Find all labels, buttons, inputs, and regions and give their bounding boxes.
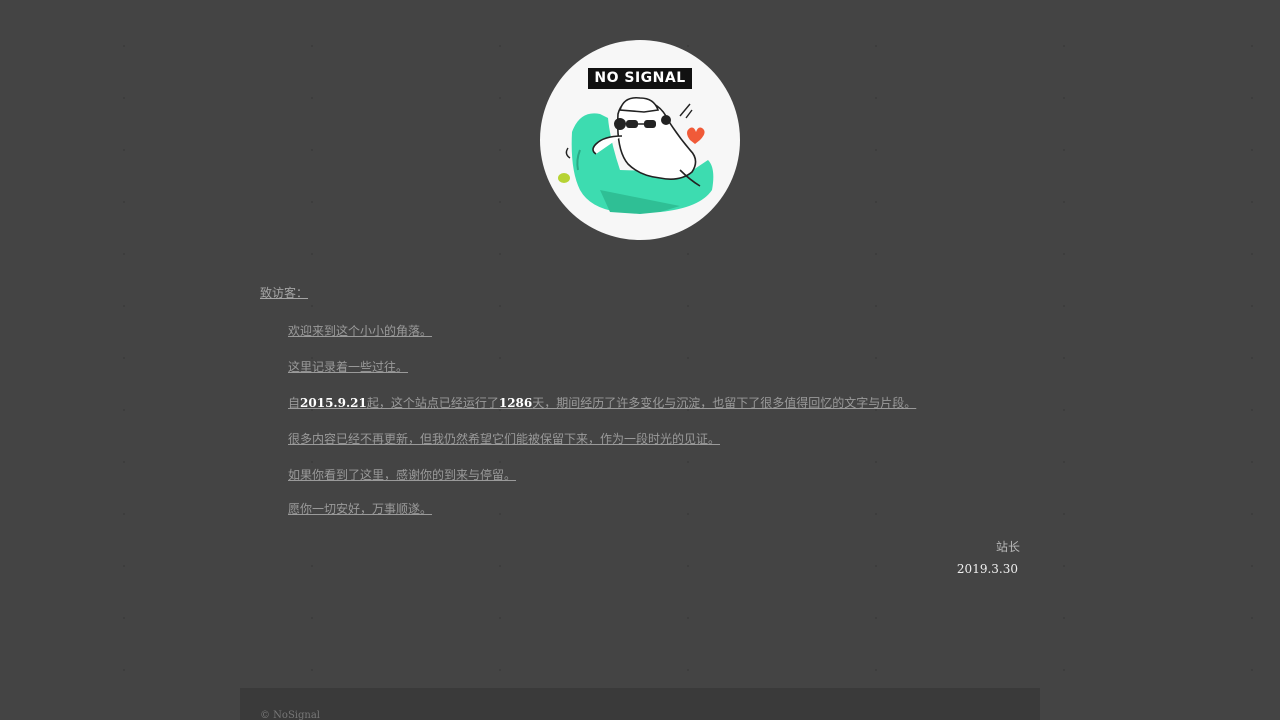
- start-date: 2015.9.21: [300, 396, 367, 410]
- letter-paragraph-1: 欢迎来到这个小小的角落。: [288, 324, 433, 338]
- days-count: 1286: [498, 396, 533, 410]
- leaf-icon: [558, 173, 570, 183]
- paragraph-3-prefix: 自: [288, 396, 301, 410]
- letter-paragraph-5: 如果你看到了这里，感谢你的到来与停留。: [288, 468, 517, 482]
- heart-icon: [687, 127, 705, 144]
- letter-heading: 致访客：: [260, 286, 309, 300]
- signature: 站长: [995, 540, 1020, 554]
- letter-paragraph-6: 愿你一切安好，万事顺遂。: [288, 502, 433, 516]
- letter-date: 2019.3.30: [956, 562, 1018, 576]
- panda-cap: [618, 96, 660, 113]
- paragraph-3-suffix: 天，期间经历了许多变化与沉淀，也留下了很多值得回忆的文字与片段。: [532, 396, 917, 410]
- paragraph-3-mid: 起，这个站点已经运行了: [366, 396, 499, 410]
- letter-paragraph-4: 很多内容已经不再更新，但我仍然希望它们能被保留下来，作为一段时光的见证。: [288, 432, 721, 446]
- no-signal-badge: NO SIGNAL: [588, 68, 692, 89]
- letter-paragraph-3: 自2015.9.21起，这个站点已经运行了1286天，期间经历了许多变化与沉淀，…: [288, 394, 916, 411]
- footer-text: © NoSignal: [260, 710, 320, 720]
- footer: © NoSignal: [240, 688, 1040, 720]
- letter-paragraph-2: 这里记录着一些过往。: [288, 360, 409, 374]
- avatar: NO SIGNAL: [540, 40, 740, 240]
